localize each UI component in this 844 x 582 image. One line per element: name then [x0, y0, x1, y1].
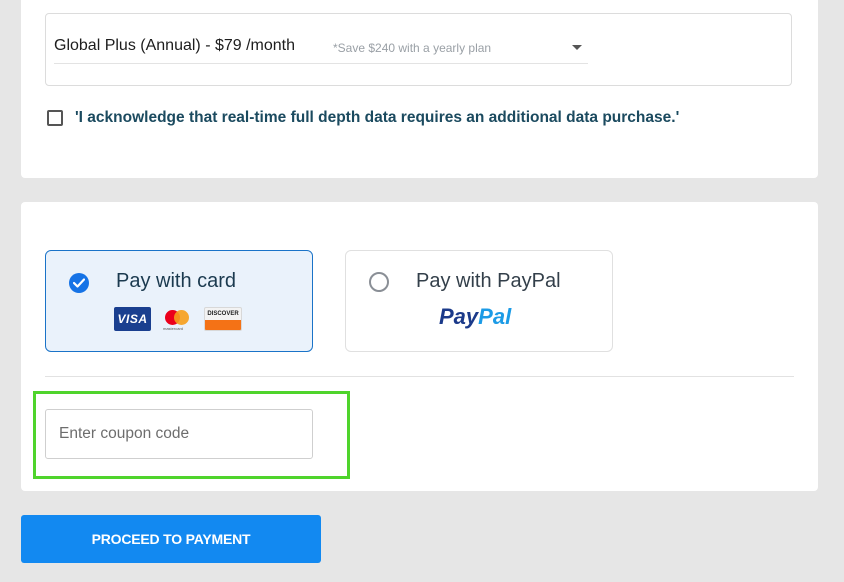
paypal-logo-pal: Pal [478, 304, 512, 329]
mastercard-logo-text: mastercard [163, 326, 184, 331]
acknowledge-text[interactable]: 'I acknowledge that real-time full depth… [75, 109, 679, 127]
radio-checked-icon[interactable] [69, 273, 89, 293]
pay-with-paypal-label: Pay with PayPal [416, 270, 561, 292]
pay-with-card-option[interactable]: Pay with card VISA mastercard DISCOVER [45, 250, 313, 352]
plan-select-dropdown[interactable]: Global Plus (Annual) - $79 /month *Save … [54, 34, 588, 64]
payment-card: Pay with card VISA mastercard DISCOVER P… [21, 202, 818, 491]
pay-with-card-label: Pay with card [116, 270, 237, 292]
discover-logo-icon: DISCOVER [204, 307, 242, 331]
plan-box: Global Plus (Annual) - $79 /month *Save … [45, 13, 792, 86]
plan-selected-value: Global Plus (Annual) - $79 /month [54, 37, 296, 54]
visa-logo-icon: VISA [114, 307, 151, 331]
paypal-logo-icon: PayPal [439, 304, 511, 330]
card-logos: VISA mastercard DISCOVER [114, 307, 242, 331]
radio-unchecked-icon[interactable] [369, 272, 389, 292]
paypal-logo-pay: Pay [439, 304, 479, 329]
proceed-to-payment-button[interactable]: PROCEED TO PAYMENT [21, 515, 321, 563]
coupon-code-input[interactable] [45, 409, 313, 459]
acknowledge-row: 'I acknowledge that real-time full depth… [47, 109, 679, 127]
acknowledge-checkbox[interactable] [47, 110, 63, 126]
divider [45, 376, 794, 377]
pay-with-paypal-option[interactable]: Pay with PayPal PayPal [345, 250, 613, 352]
chevron-down-icon[interactable] [572, 45, 582, 50]
plan-save-note: *Save $240 with a yearly plan [333, 41, 492, 55]
mastercard-logo-icon: mastercard [159, 307, 196, 331]
plan-card: Global Plus (Annual) - $79 /month *Save … [21, 0, 818, 178]
checkmark-icon [73, 278, 85, 288]
